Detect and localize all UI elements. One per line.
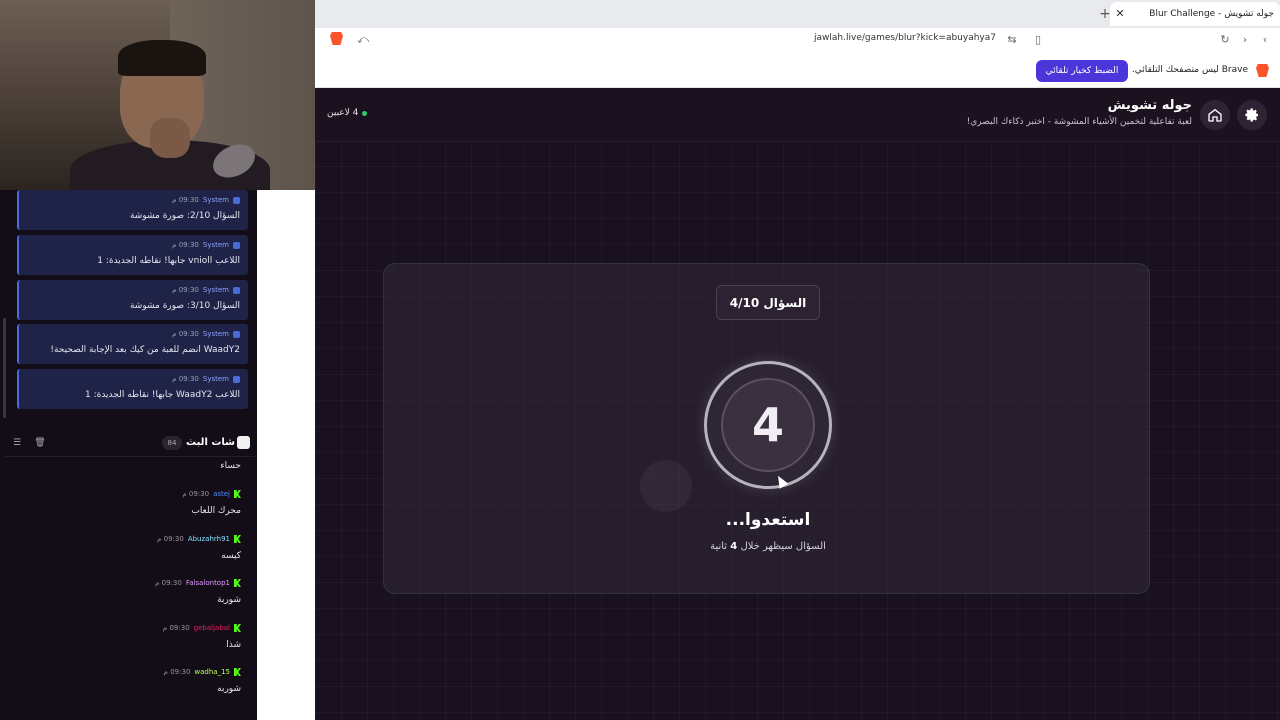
address-bar[interactable]: jawlah.live/games/blur?kick=abuyahya7 <box>760 33 996 47</box>
chat-message: Abuzahrh91 09:30 م كيسه <box>5 535 245 575</box>
settings-button[interactable] <box>1237 100 1267 130</box>
time: 09:30 م <box>157 535 184 543</box>
online-dot-icon <box>362 110 368 116</box>
time: 09:30 م <box>163 668 191 676</box>
decorative-blob <box>640 460 692 512</box>
ready-heading: استعدوا... <box>725 510 811 530</box>
system-icon <box>233 196 240 204</box>
system-icon <box>233 330 240 338</box>
app-title: جوله تشويش <box>1107 98 1192 113</box>
kick-icon <box>234 490 241 498</box>
sender: System <box>202 330 229 338</box>
question-badge: السؤال 4/10 <box>716 285 820 320</box>
time: 09:30 م <box>172 286 199 294</box>
message-text: اللاعب vnioll جابها! نقاطه الجديدة: 1 <box>97 256 240 266</box>
kick-icon <box>234 579 241 587</box>
home-icon <box>1208 108 1222 122</box>
new-tab-icon[interactable]: + <box>1096 5 1114 23</box>
system-icon <box>233 241 240 249</box>
chat-message: gebaljabal 09:30 م شذا <box>5 624 245 664</box>
chat-count-badge: 84 <box>162 436 182 450</box>
next-suffix: ثانية <box>710 541 728 552</box>
players-count: 4 لاعبين <box>327 108 368 118</box>
sender: System <box>202 241 229 249</box>
brave-shields-icon[interactable] <box>330 32 343 45</box>
username[interactable]: Falsalontop1 <box>186 579 230 587</box>
message-text: WaadY2 انضم للعبة من كيك بعد الإجابة الص… <box>50 345 240 355</box>
time: 09:30 م <box>172 241 199 249</box>
time: 09:30 م <box>155 579 182 587</box>
trash-icon[interactable]: 🗑 <box>34 437 46 449</box>
username[interactable]: Abuzahrh91 <box>188 535 230 543</box>
next-seconds: 4 <box>730 541 738 552</box>
tab-title: جوله تشويش - Blur Challenge <box>1149 9 1274 19</box>
players-label: 4 لاعبين <box>327 108 359 118</box>
system-message: System 09:30 م السؤال 2/10: صورة مشوشة <box>17 190 248 230</box>
set-default-button[interactable]: الضبط كخيار تلقائي <box>1036 60 1128 82</box>
home-button[interactable] <box>1200 100 1230 130</box>
username[interactable]: wadha_15 <box>194 668 230 676</box>
system-message: System 09:30 م اللاعب vnioll جابها! نقاطه… <box>17 235 248 275</box>
username[interactable]: gebaljabal <box>194 624 230 632</box>
sender: System <box>202 196 229 204</box>
message-text: محرك اللعاب <box>191 506 241 516</box>
chat-message: Falsalontop1 09:30 م شوربة <box>5 579 245 619</box>
time: 09:30 م <box>172 375 199 383</box>
username[interactable]: astej <box>213 490 230 498</box>
message-text: شوربه <box>217 684 241 694</box>
webcam-overlay <box>0 0 315 190</box>
game-card: السؤال 4/10 4 استعدوا... السؤال سيظهر خل… <box>383 263 1150 594</box>
app-subtitle: لعبة تفاعلية لتخمين الأشياء المشوشة - اخ… <box>966 117 1192 127</box>
close-icon[interactable]: ✕ <box>1112 6 1128 22</box>
brave-icon <box>1256 64 1269 77</box>
streamer-hair <box>118 40 206 76</box>
site-settings-icon[interactable]: ⇆ <box>1005 33 1019 47</box>
share-icon[interactable]: ⤺ <box>356 33 370 47</box>
infobar-message: Brave ليس متصفحك التلقائي. <box>1131 65 1248 75</box>
forward-icon[interactable]: › <box>1238 33 1252 47</box>
chat-logo-icon <box>237 436 250 449</box>
reload-icon[interactable]: ↻ <box>1218 33 1232 47</box>
message-text: السؤال 3/10: صورة مشوشة <box>129 301 240 311</box>
system-icon <box>233 375 240 383</box>
time: 09:30 م <box>172 330 199 338</box>
chat-message: wadha_15 09:30 م شوربه <box>5 668 245 708</box>
chat-header: شات البث 84 🗑 ☰ <box>5 431 255 457</box>
align-icon[interactable]: ☰ <box>11 437 23 449</box>
time: 09:30 م <box>162 624 190 632</box>
next-question-text: السؤال سيظهر خلال 4 ثانية <box>618 541 918 552</box>
system-message: System 09:30 م السؤال 3/10: صورة مشوشة <box>17 280 248 320</box>
sender: System <box>202 286 229 294</box>
message-text: اللاعب WaadY2 جابها! نقاطه الجديدة: 1 <box>84 390 240 400</box>
message-text: كيسه <box>221 551 241 561</box>
system-icon <box>233 286 240 294</box>
bookmark-icon[interactable]: ▯ <box>1031 33 1045 47</box>
message-text: شذا <box>226 640 241 650</box>
time: 09:30 م <box>182 490 210 498</box>
message-text: السؤال 2/10: صورة مشوشة <box>129 211 240 221</box>
gear-icon <box>1245 108 1258 122</box>
chat-message: astej 09:30 م محرك اللعاب <box>5 490 245 530</box>
kick-icon <box>234 668 241 676</box>
kick-icon <box>234 535 241 543</box>
countdown-ring: 4 <box>704 361 832 489</box>
message-text: شوربة <box>217 595 241 605</box>
chat-messages: astej 09:30 م محرك اللعاب Abuzahrh91 09:30… <box>0 460 257 720</box>
game-app: جوله تشويش لعبة تفاعلية لتخمين الأشياء ا… <box>315 88 1280 720</box>
sender: System <box>202 375 229 383</box>
browser-tab[interactable]: جوله تشويش - Blur Challenge ✕ <box>1110 2 1280 26</box>
chat-title: شات البث <box>186 437 235 448</box>
back-icon[interactable]: ‹ <box>1258 33 1272 47</box>
system-message: System 09:30 م WaadY2 انضم للعبة من كيك ب… <box>17 324 248 364</box>
system-message: System 09:30 م اللاعب WaadY2 جابها! نقاطه… <box>17 369 248 409</box>
kick-icon <box>234 624 241 632</box>
next-prefix: السؤال سيظهر خلال <box>740 541 826 552</box>
app-header: جوله تشويش لعبة تفاعلية لتخمين الأشياء ا… <box>315 88 1280 142</box>
countdown-number: 4 <box>721 378 815 472</box>
streamer-hand <box>150 118 190 158</box>
time: 09:30 م <box>172 196 199 204</box>
